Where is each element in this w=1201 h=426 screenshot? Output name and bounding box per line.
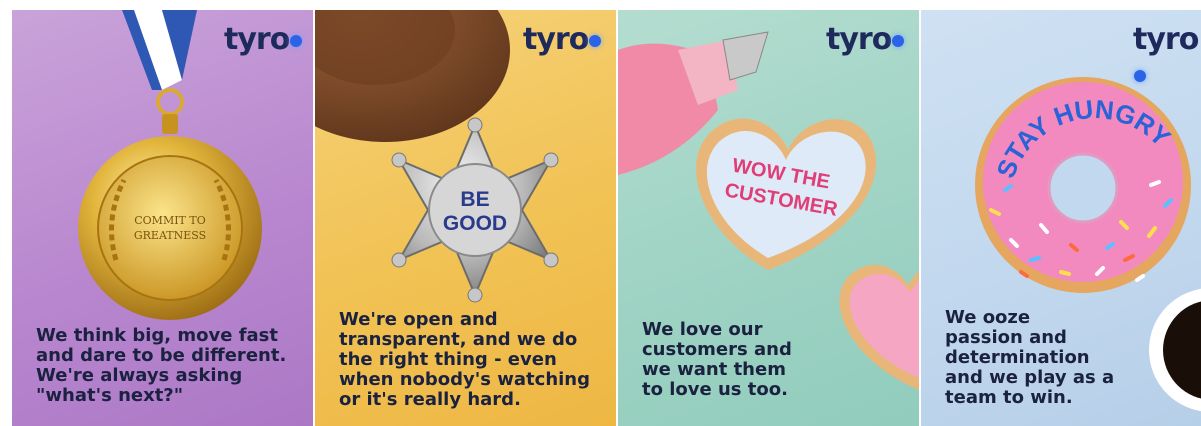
poster-badge: BE GOOD tyro We're open and transparent,… xyxy=(315,10,616,426)
tyro-logo: tyro xyxy=(224,22,303,57)
logo-dot-icon xyxy=(589,34,602,47)
poster-donut: STAY HUNGRY tyro We ooze passion and det… xyxy=(921,10,1201,426)
tyro-logo: tyro xyxy=(826,22,905,57)
caption-medal: We think big, move fast and dare to be d… xyxy=(36,325,287,406)
caption-badge: We're open and transparent, and we do th… xyxy=(339,309,591,410)
badge-text-line1: BE xyxy=(460,188,489,211)
caption-cookie: We love our customers and we want them t… xyxy=(642,319,792,400)
logo-dot-icon xyxy=(892,34,905,47)
poster-medal: COMMIT TO GREATNESS tyro We think big, m… xyxy=(12,10,313,426)
caption-donut: We ooze passion and determination and we… xyxy=(945,307,1115,408)
tyro-logo: tyro xyxy=(523,22,602,57)
tyro-logo: tyro xyxy=(1133,22,1201,92)
badge-text-line2: GOOD xyxy=(443,212,507,235)
poster-strip: COMMIT TO GREATNESS tyro We think big, m… xyxy=(12,10,1201,426)
logo-dot-icon xyxy=(290,34,303,47)
medal-inscription-line1: COMMIT TO xyxy=(134,214,206,227)
logo-dot-icon xyxy=(1134,69,1146,82)
medal-inscription-line2: GREATNESS xyxy=(134,229,206,242)
piping-nozzle xyxy=(722,31,769,81)
poster-cookie: WOW THE CUSTOMER tyro We love our custom… xyxy=(618,10,919,426)
